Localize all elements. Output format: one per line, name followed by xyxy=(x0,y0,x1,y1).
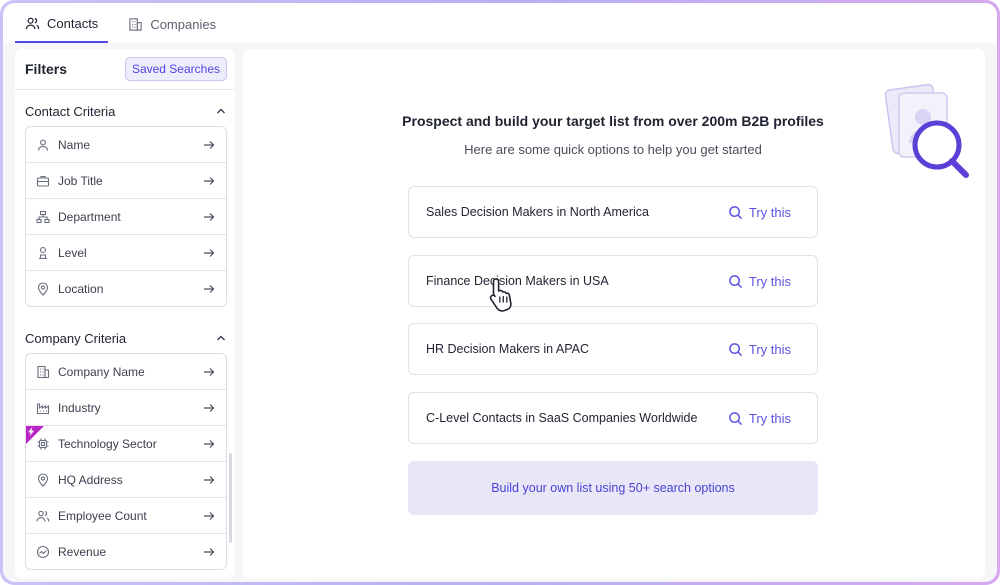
quick-option-label: Sales Decision Makers in North America xyxy=(426,205,649,219)
filter-label: Department xyxy=(58,209,121,224)
arrow-right-icon xyxy=(204,439,215,448)
filter-item-revenue[interactable]: Revenue xyxy=(26,534,226,569)
filter-label: HQ Address xyxy=(58,472,123,487)
tab-companies[interactable]: Companies xyxy=(118,5,226,43)
contact-criteria-list: Name Job Title Department Level Location xyxy=(25,126,227,307)
try-this-label: Try this xyxy=(748,273,791,289)
arrow-right-icon xyxy=(204,176,215,185)
filter-label: Industry xyxy=(58,400,101,415)
level-icon xyxy=(39,246,47,259)
filter-item-department[interactable]: Department xyxy=(26,199,226,235)
search-icon xyxy=(728,342,742,356)
try-this-button[interactable]: Try this xyxy=(728,411,791,426)
company-criteria-header[interactable]: Company Criteria xyxy=(15,323,235,353)
chevron-up-icon[interactable] xyxy=(215,105,227,117)
person-icon xyxy=(37,139,49,151)
try-this-label: Try this xyxy=(748,204,791,220)
tab-contacts[interactable]: Contacts xyxy=(15,5,109,43)
try-this-button[interactable]: Try this xyxy=(728,274,791,289)
quick-option-card[interactable]: Finance Decision Makers in USA Try this xyxy=(408,255,818,307)
arrow-right-icon xyxy=(204,511,215,520)
quick-option-label: Finance Decision Makers in USA xyxy=(426,274,609,288)
try-this-label: Try this xyxy=(748,410,791,426)
main-panel: Prospect and build your target list from… xyxy=(243,49,985,579)
org-chart-icon xyxy=(36,210,50,223)
tab-label: Companies xyxy=(150,16,217,32)
filter-label: Name xyxy=(58,137,91,152)
filter-item-company-name[interactable]: Company Name xyxy=(26,354,226,390)
filters-header: Filters Saved Searches xyxy=(15,49,235,90)
filter-label: Level xyxy=(58,245,87,260)
filter-item-industry[interactable]: Industry xyxy=(26,390,226,426)
search-icon xyxy=(728,205,742,219)
saved-searches-button[interactable]: Saved Searches xyxy=(124,57,227,81)
filter-item-job-title[interactable]: Job Title xyxy=(26,163,226,199)
filter-item-employee-count[interactable]: Employee Count xyxy=(26,498,226,534)
quick-option-card[interactable]: C-Level Contacts in SaaS Companies World… xyxy=(408,392,818,444)
filter-label: Technology Sector xyxy=(58,436,157,451)
building-icon xyxy=(37,365,50,378)
try-this-label: Try this xyxy=(748,341,791,357)
filter-label: Job Title xyxy=(58,173,103,188)
tab-label: Contacts xyxy=(47,15,99,31)
search-icon xyxy=(728,411,742,425)
building-icon xyxy=(129,17,142,31)
search-icon xyxy=(728,274,742,288)
try-this-button[interactable]: Try this xyxy=(728,205,791,220)
revenue-icon xyxy=(36,545,50,558)
filter-item-location[interactable]: Location xyxy=(26,271,226,306)
section-title: Company Criteria xyxy=(25,330,127,346)
arrow-right-icon xyxy=(204,367,215,376)
arrow-right-icon xyxy=(204,248,215,257)
arrow-right-icon xyxy=(204,284,215,293)
filters-sidebar: Filters Saved Searches Contact Criteria … xyxy=(15,49,235,579)
factory-icon xyxy=(36,402,50,414)
quick-option-label: HR Decision Makers in APAC xyxy=(426,342,590,356)
briefcase-icon xyxy=(36,175,50,187)
tab-bar: Contacts Companies xyxy=(3,3,997,43)
filters-title: Filters xyxy=(25,61,68,77)
app-frame: Contacts Companies Filters Saved Searche… xyxy=(0,0,1000,585)
filter-item-name[interactable]: Name xyxy=(26,127,226,163)
company-criteria-list: Company Name Industry Technology Sector … xyxy=(25,353,227,570)
page-subheadline: Here are some quick options to help you … xyxy=(464,142,762,157)
location-pin-icon xyxy=(37,281,49,296)
premium-badge xyxy=(26,426,44,444)
contacts-icon xyxy=(25,17,40,29)
filter-item-technology-sector[interactable]: Technology Sector xyxy=(26,426,226,462)
section-title: Contact Criteria xyxy=(25,103,116,119)
arrow-right-icon xyxy=(204,140,215,149)
quick-option-card[interactable]: HR Decision Makers in APAC Try this xyxy=(408,323,818,375)
lightning-icon xyxy=(27,427,35,436)
filter-item-hq-address[interactable]: HQ Address xyxy=(26,462,226,498)
people-icon xyxy=(36,510,50,522)
filter-label: Company Name xyxy=(58,364,145,379)
try-this-button[interactable]: Try this xyxy=(728,342,791,357)
chevron-up-icon[interactable] xyxy=(215,332,227,344)
location-pin-icon xyxy=(37,472,49,487)
arrow-right-icon xyxy=(204,212,215,221)
profile-search-illustration-icon xyxy=(884,83,969,178)
quick-option-label: C-Level Contacts in SaaS Companies World… xyxy=(426,411,698,425)
filter-label: Employee Count xyxy=(58,508,147,523)
arrow-right-icon xyxy=(204,547,215,556)
arrow-right-icon xyxy=(204,475,215,484)
arrow-right-icon xyxy=(204,403,215,412)
contact-criteria-header[interactable]: Contact Criteria xyxy=(15,96,235,126)
page-headline: Prospect and build your target list from… xyxy=(402,113,824,129)
quick-option-card[interactable]: Sales Decision Makers in North America T… xyxy=(408,186,818,238)
filter-label: Location xyxy=(58,281,104,296)
filter-item-level[interactable]: Level xyxy=(26,235,226,271)
build-own-list-button[interactable]: Build your own list using 50+ search opt… xyxy=(408,461,818,515)
app-window: Contacts Companies Filters Saved Searche… xyxy=(3,3,997,582)
filter-label: Revenue xyxy=(58,544,107,559)
sidebar-scrollbar[interactable] xyxy=(229,453,232,543)
